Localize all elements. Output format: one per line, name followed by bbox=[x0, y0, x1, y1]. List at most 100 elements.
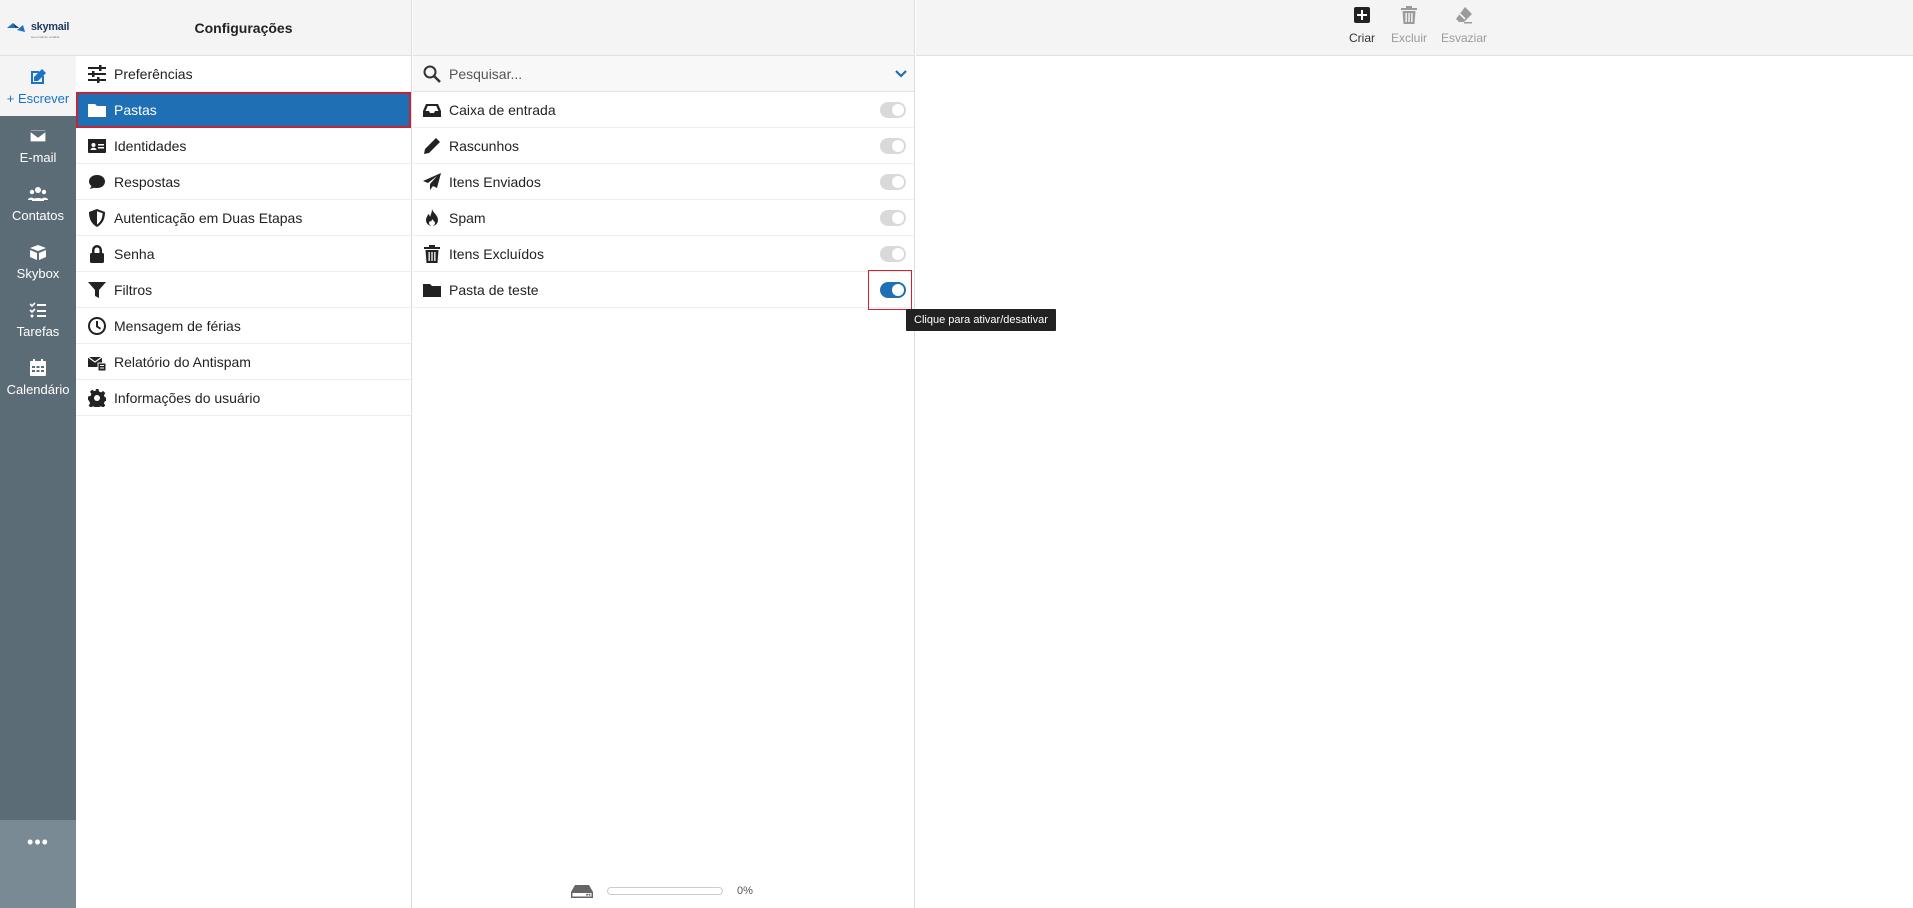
folders-header bbox=[413, 0, 914, 56]
folder-toolbar: Criar Excluir Esvaziar bbox=[916, 0, 1913, 56]
logo-tagline: seu email de verdade bbox=[30, 34, 60, 39]
app-root: skymail seu email de verdade + Escrever … bbox=[0, 0, 1913, 908]
rail-item-tasks[interactable]: Tarefas bbox=[0, 290, 76, 348]
settings-item-two-factor[interactable]: Autenticação em Duas Etapas bbox=[76, 200, 411, 236]
search-placeholder: Pesquisar... bbox=[449, 65, 523, 82]
delete-label: Excluir bbox=[1390, 31, 1427, 45]
settings-item-label: Informações do usuário bbox=[114, 389, 261, 406]
folder-row-inbox[interactable]: Caixa de entrada bbox=[413, 92, 914, 128]
folder-icon bbox=[423, 283, 441, 297]
logo-mark-icon bbox=[6, 22, 25, 32]
folder-toggle[interactable] bbox=[880, 174, 906, 190]
rail-item-label: Tarefas bbox=[16, 323, 60, 339]
plus-square-icon bbox=[1354, 7, 1370, 23]
compose-button[interactable]: + Escrever bbox=[0, 56, 76, 116]
shield-icon bbox=[89, 208, 105, 227]
mail-report-icon bbox=[88, 356, 106, 371]
settings-item-label: Identidades bbox=[114, 137, 187, 154]
toggle-tooltip: Clique para ativar/desativar bbox=[906, 309, 1056, 331]
quota-label: 0% bbox=[737, 885, 753, 897]
settings-item-antispam-report[interactable]: Relatório do Antispam bbox=[76, 344, 411, 380]
box-icon bbox=[30, 244, 46, 260]
settings-header: Configurações bbox=[76, 0, 411, 56]
more-icon: ••• bbox=[27, 832, 49, 852]
folder-toggle[interactable] bbox=[880, 138, 906, 154]
chevron-down-icon[interactable] bbox=[894, 67, 908, 81]
folder-toggle[interactable] bbox=[880, 102, 906, 118]
users-icon bbox=[28, 186, 48, 201]
logo-area[interactable]: skymail seu email de verdade bbox=[0, 0, 76, 56]
settings-item-identities[interactable]: Identidades bbox=[76, 128, 411, 164]
rail-item-calendar[interactable]: Calendário bbox=[0, 348, 76, 406]
rail-item-label: E-mail bbox=[19, 149, 57, 165]
folder-label: Rascunhos bbox=[449, 137, 520, 154]
settings-item-label: Respostas bbox=[114, 173, 181, 190]
compose-label: + Escrever bbox=[6, 90, 70, 106]
folder-label: Itens Excluídos bbox=[449, 245, 544, 262]
folder-row-spam[interactable]: Spam bbox=[413, 200, 914, 236]
eraser-icon bbox=[1456, 7, 1472, 24]
trash-icon bbox=[424, 244, 440, 263]
folder-icon bbox=[88, 103, 106, 117]
tasks-icon bbox=[29, 301, 46, 317]
folder-search[interactable]: Pesquisar... bbox=[413, 56, 914, 92]
settings-item-folders[interactable]: Pastas bbox=[76, 92, 411, 128]
settings-item-label: Senha bbox=[114, 245, 155, 262]
trash-icon bbox=[1401, 6, 1417, 24]
inbox-icon bbox=[423, 103, 441, 117]
rail-item-label: Calendário bbox=[6, 381, 70, 397]
empty-label: Esvaziar bbox=[1440, 31, 1487, 45]
folder-row-test[interactable]: Pasta de teste bbox=[413, 270, 914, 310]
settings-item-filters[interactable]: Filtros bbox=[76, 272, 411, 308]
delete-button[interactable]: Excluir bbox=[1384, 6, 1434, 45]
settings-title: Configurações bbox=[194, 19, 293, 36]
rail-item-email[interactable]: E-mail bbox=[0, 116, 76, 174]
rail-item-label: Contatos bbox=[11, 207, 65, 223]
empty-button[interactable]: Esvaziar bbox=[1439, 6, 1489, 45]
folder-row-sent[interactable]: Itens Enviados bbox=[413, 164, 914, 200]
comment-icon bbox=[89, 174, 105, 189]
settings-item-responses[interactable]: Respostas bbox=[76, 164, 411, 200]
quota-indicator: 0% bbox=[571, 884, 753, 898]
gear-icon bbox=[88, 388, 106, 407]
settings-item-preferences[interactable]: Preferências bbox=[76, 56, 411, 92]
paper-plane-icon bbox=[423, 172, 441, 190]
folder-label: Pasta de teste bbox=[449, 281, 539, 298]
clock-icon bbox=[88, 316, 106, 335]
lock-icon bbox=[90, 244, 104, 263]
fire-icon bbox=[426, 208, 438, 226]
folders-panel: Pesquisar... Caixa de entrada Rascunhos … bbox=[413, 0, 915, 908]
folder-label: Caixa de entrada bbox=[449, 101, 556, 118]
folder-label: Spam bbox=[449, 209, 486, 226]
create-label: Criar bbox=[1349, 31, 1375, 45]
pencil-icon bbox=[424, 137, 440, 154]
logo-text: skymail bbox=[30, 20, 70, 33]
settings-item-label: Mensagem de férias bbox=[114, 317, 241, 334]
settings-item-vacation[interactable]: Mensagem de férias bbox=[76, 308, 411, 344]
settings-item-label: Relatório do Antispam bbox=[114, 353, 251, 370]
settings-item-label: Pastas bbox=[114, 101, 157, 118]
rail-item-skybox[interactable]: Skybox bbox=[0, 232, 76, 290]
skymail-logo: skymail seu email de verdade bbox=[6, 17, 70, 39]
more-button[interactable]: ••• bbox=[0, 820, 76, 908]
edit-icon bbox=[31, 68, 46, 84]
content-area: Criar Excluir Esvaziar bbox=[916, 0, 1913, 908]
settings-item-user-info[interactable]: Informações do usuário bbox=[76, 380, 411, 416]
folder-toggle[interactable] bbox=[880, 246, 906, 262]
left-rail: skymail seu email de verdade + Escrever … bbox=[0, 0, 76, 908]
search-icon bbox=[423, 65, 441, 83]
folder-toggle[interactable] bbox=[880, 210, 906, 226]
settings-item-label: Autenticação em Duas Etapas bbox=[114, 209, 303, 226]
folder-toggle[interactable] bbox=[880, 282, 906, 298]
id-card-icon bbox=[88, 138, 106, 153]
folder-row-trash[interactable]: Itens Excluídos bbox=[413, 236, 914, 272]
settings-item-label: Filtros bbox=[114, 281, 153, 298]
envelope-icon bbox=[29, 128, 47, 143]
rail-item-contacts[interactable]: Contatos bbox=[0, 174, 76, 232]
hard-drive-icon bbox=[571, 885, 593, 898]
create-button[interactable]: Criar bbox=[1337, 6, 1387, 45]
folder-row-drafts[interactable]: Rascunhos bbox=[413, 128, 914, 164]
calendar-icon bbox=[30, 358, 46, 376]
settings-item-password[interactable]: Senha bbox=[76, 236, 411, 272]
filter-icon bbox=[88, 281, 106, 298]
